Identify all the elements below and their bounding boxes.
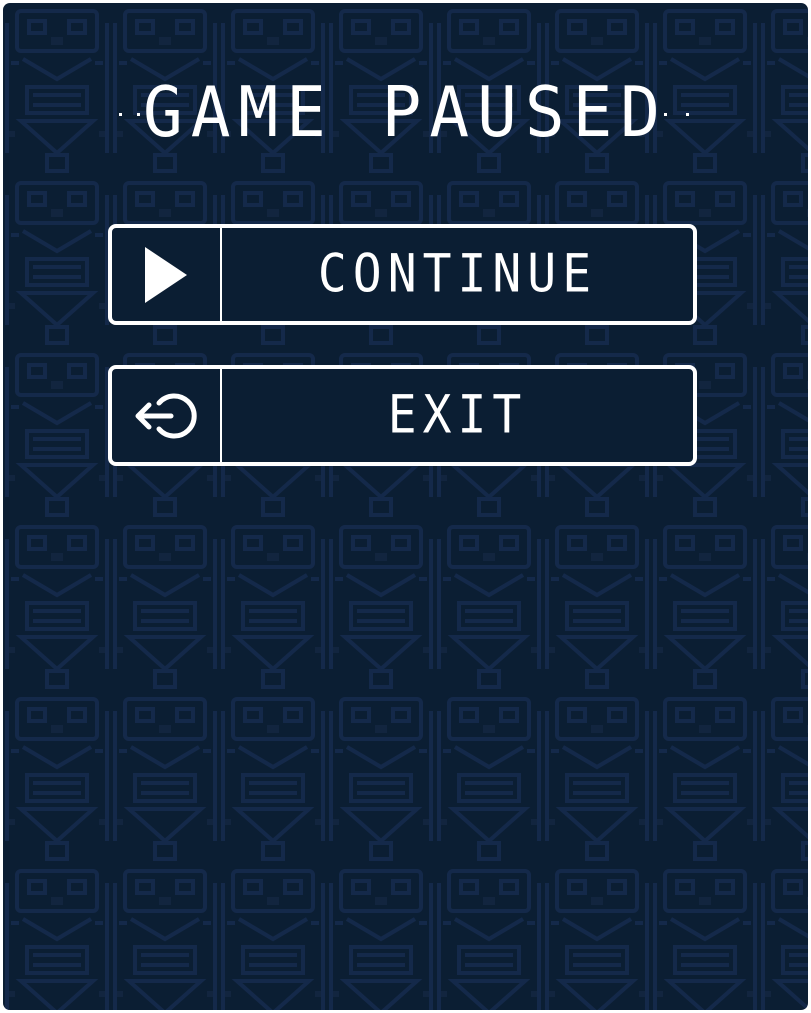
continue-button[interactable]: CONTINUE: [108, 224, 697, 325]
continue-label: CONTINUE: [317, 243, 598, 305]
title-right-ornament: [664, 113, 694, 121]
play-icon: [112, 228, 222, 321]
exit-icon: [112, 369, 222, 462]
pause-screen: GAME PAUSED CONTINUE EXIT: [3, 3, 808, 1010]
title-row: GAME PAUSED: [3, 72, 808, 153]
exit-button[interactable]: EXIT: [108, 365, 697, 466]
exit-label: EXIT: [387, 384, 528, 446]
